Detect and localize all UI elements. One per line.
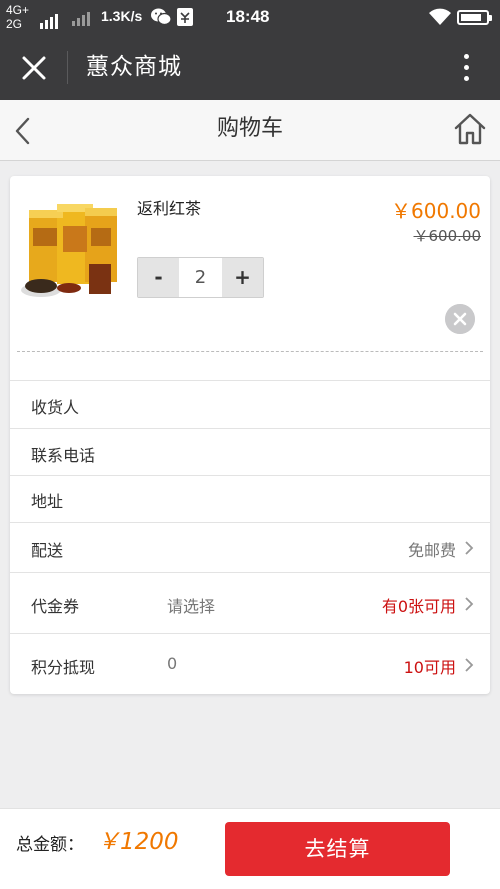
- clock: 18:48: [226, 7, 270, 26]
- battery-icon: [457, 10, 492, 25]
- phone-label: 联系电话: [31, 446, 96, 465]
- cart-card: 返利红茶 ￥600.00 ￥600.00 - 2 + 收货人 联系电话 地址 配…: [10, 176, 490, 694]
- page-header: 购物车: [0, 100, 500, 161]
- remove-icon[interactable]: [445, 304, 475, 334]
- status-bar: 4G+ 2G 1.3K/s 18:48: [0, 0, 500, 34]
- points-available: 10可用: [403, 658, 456, 677]
- chevron-right-icon: [465, 658, 474, 672]
- more-vertical-icon[interactable]: [456, 50, 478, 84]
- points-value[interactable]: 0: [167, 654, 177, 673]
- receiver-label: 收货人: [31, 398, 80, 417]
- address-row[interactable]: 地址: [10, 475, 490, 522]
- chevron-right-icon: [465, 541, 474, 555]
- network-top-label: 4G+: [6, 3, 30, 17]
- app-bar-divider: [67, 51, 68, 84]
- receiver-row[interactable]: 收货人: [10, 380, 490, 428]
- delivery-row[interactable]: 配送 免邮费: [10, 522, 490, 572]
- signal-secondary-icon: [72, 10, 96, 26]
- network-speed: 1.3K/s: [101, 8, 143, 24]
- decrease-button[interactable]: -: [138, 258, 179, 297]
- coupon-available: 有0张可用: [381, 597, 456, 616]
- network-type: 4G+ 2G: [6, 3, 29, 31]
- phone-row[interactable]: 联系电话: [10, 428, 490, 475]
- checkout-bar: 总金额： ￥1200 去结算: [0, 808, 500, 889]
- coupon-select[interactable]: 请选择: [167, 593, 215, 617]
- increase-button[interactable]: +: [222, 258, 263, 297]
- quantity-stepper: - 2 +: [137, 257, 264, 298]
- delivery-label: 配送: [31, 541, 64, 560]
- quantity-value[interactable]: 2: [179, 258, 222, 297]
- signal-icon: [40, 5, 60, 29]
- chevron-right-icon: [465, 597, 474, 611]
- checkout-button[interactable]: 去结算: [225, 822, 450, 876]
- address-label: 地址: [31, 492, 64, 511]
- product-price: ￥600.00: [391, 199, 481, 223]
- delivery-value: 免邮费: [407, 541, 456, 560]
- total-label: 总金额：: [16, 835, 84, 855]
- points-row[interactable]: 积分抵现 0 10可用: [10, 633, 490, 694]
- network-bottom-label: 2G: [6, 17, 23, 31]
- product-tea-image[interactable]: [17, 198, 121, 302]
- app-title: 蕙众商城: [86, 54, 182, 80]
- points-label: 积分抵现: [31, 658, 96, 677]
- product-name[interactable]: 返利红茶: [137, 198, 201, 220]
- home-icon[interactable]: [453, 111, 487, 147]
- product-original-price: ￥600.00: [413, 227, 482, 245]
- close-icon[interactable]: [20, 54, 48, 82]
- wifi-icon: [429, 8, 451, 25]
- item-divider: [17, 351, 483, 352]
- total-amount: ￥1200: [97, 829, 179, 855]
- coupon-label: 代金券: [31, 597, 80, 616]
- notification-icon: [177, 8, 193, 26]
- wechat-icon: [151, 8, 172, 26]
- coupon-row[interactable]: 代金券 请选择 有0张可用: [10, 572, 490, 633]
- app-bar: 蕙众商城: [0, 34, 500, 100]
- page-title: 购物车: [216, 116, 283, 141]
